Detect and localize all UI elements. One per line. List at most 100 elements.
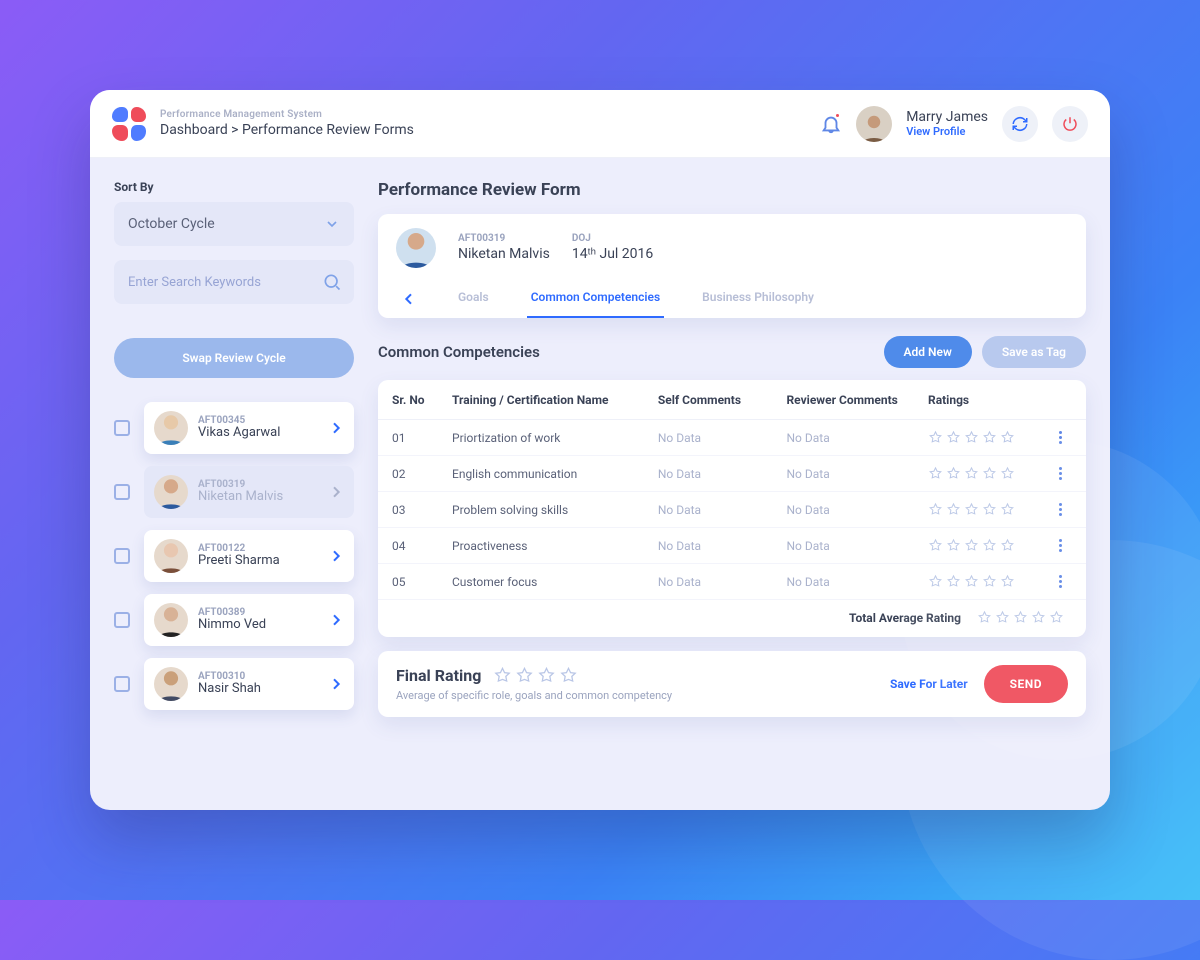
notification-dot-icon xyxy=(834,112,841,119)
employee-card-item[interactable]: AFT00389Nimmo Ved xyxy=(144,594,354,646)
table-footer: Total Average Rating xyxy=(378,600,1086,637)
cell-reviewer: No Data xyxy=(786,503,928,517)
employee-name: Niketan Malvis xyxy=(198,490,318,505)
employee-avatar xyxy=(396,228,436,268)
cell-rating[interactable] xyxy=(928,538,1048,553)
chevron-right-icon xyxy=(328,548,344,564)
send-button[interactable]: SEND xyxy=(984,665,1068,703)
power-button[interactable] xyxy=(1052,106,1088,142)
notifications-button[interactable] xyxy=(820,113,842,135)
cell-self: No Data xyxy=(658,539,787,553)
cell-self: No Data xyxy=(658,503,787,517)
save-as-tag-button[interactable]: Save as Tag xyxy=(982,336,1086,368)
sort-cycle-select[interactable]: October Cycle xyxy=(114,202,354,246)
employee-card-item[interactable]: AFT00319Niketan Malvis xyxy=(144,466,354,518)
title-block: Performance Management System Dashboard … xyxy=(160,109,414,138)
search-input[interactable] xyxy=(128,275,322,290)
cell-reviewer: No Data xyxy=(786,467,928,481)
chevron-right-icon xyxy=(328,484,344,500)
header: Performance Management System Dashboard … xyxy=(90,90,1110,158)
table-row: 05Customer focusNo DataNo Data xyxy=(378,564,1086,600)
final-rating-sub: Average of specific role, goals and comm… xyxy=(396,689,672,702)
table-row: 04ProactivenessNo DataNo Data xyxy=(378,528,1086,564)
tabs: Goals Common Competencies Business Philo… xyxy=(396,280,1068,318)
table-row: 01Priortization of workNo DataNo Data xyxy=(378,420,1086,456)
employee-checkbox[interactable] xyxy=(114,676,130,692)
row-menu-button[interactable] xyxy=(1048,503,1072,516)
app-name: Performance Management System xyxy=(160,109,414,120)
final-rating-label: Final Rating xyxy=(396,666,481,685)
chevron-down-icon xyxy=(324,216,340,232)
tab-business-philosophy[interactable]: Business Philosophy xyxy=(698,280,818,318)
cell-self: No Data xyxy=(658,575,787,589)
avatar-icon xyxy=(154,667,188,701)
cell-name: English communication xyxy=(452,467,658,481)
refresh-button[interactable] xyxy=(1002,106,1038,142)
cell-rating[interactable] xyxy=(928,430,1048,445)
doj-value: 14ᵗʰ Jul 2016 xyxy=(572,246,653,264)
doj-label: DOJ xyxy=(572,233,653,246)
avatar-icon xyxy=(154,603,188,637)
user-name: Marry James xyxy=(906,109,988,125)
employee-card-item[interactable]: AFT00345Vikas Agarwal xyxy=(144,402,354,454)
cell-no: 04 xyxy=(392,539,452,553)
cell-rating[interactable] xyxy=(928,466,1048,481)
final-rating-stars[interactable] xyxy=(493,666,578,685)
breadcrumb: Dashboard > Performance Review Forms xyxy=(160,122,414,138)
cell-reviewer: No Data xyxy=(786,539,928,553)
employee-name: Preeti Sharma xyxy=(198,554,318,569)
cell-reviewer: No Data xyxy=(786,431,928,445)
app-window: Performance Management System Dashboard … xyxy=(90,90,1110,810)
search-icon xyxy=(322,272,342,292)
section-title: Common Competencies xyxy=(378,343,540,361)
employee-name: Nimmo Ved xyxy=(198,618,318,633)
cell-no: 05 xyxy=(392,575,452,589)
total-rating-stars xyxy=(977,610,1064,625)
employee-id: AFT00319 xyxy=(458,233,550,246)
employee-checkbox[interactable] xyxy=(114,420,130,436)
col-reviewer: Reviewer Comments xyxy=(786,393,928,407)
table-header: Sr. No Training / Certification Name Sel… xyxy=(378,380,1086,420)
employee-checkbox[interactable] xyxy=(114,548,130,564)
avatar-icon xyxy=(154,411,188,445)
row-menu-button[interactable] xyxy=(1048,539,1072,552)
search-box[interactable] xyxy=(114,260,354,304)
cell-self: No Data xyxy=(658,431,787,445)
add-new-button[interactable]: Add New xyxy=(884,336,972,368)
cell-name: Proactiveness xyxy=(452,539,658,553)
employee-checkbox[interactable] xyxy=(114,612,130,628)
swap-cycle-button[interactable]: Swap Review Cycle xyxy=(114,338,354,378)
col-ratings: Ratings xyxy=(928,393,1048,407)
page-title: Performance Review Form xyxy=(378,180,1086,200)
col-self: Self Comments xyxy=(658,393,787,407)
tab-back-button[interactable] xyxy=(398,288,420,310)
cell-no: 03 xyxy=(392,503,452,517)
col-name: Training / Certification Name xyxy=(452,393,658,407)
employee-checkbox[interactable] xyxy=(114,484,130,500)
employee-card-item[interactable]: AFT00310Nasir Shah xyxy=(144,658,354,710)
chevron-right-icon xyxy=(328,612,344,628)
chevron-right-icon xyxy=(328,676,344,692)
avatar-icon xyxy=(154,539,188,573)
cell-rating[interactable] xyxy=(928,502,1048,517)
save-for-later-link[interactable]: Save For Later xyxy=(890,677,968,691)
user-avatar[interactable] xyxy=(856,106,892,142)
cell-reviewer: No Data xyxy=(786,575,928,589)
employee-card-item[interactable]: AFT00122Preeti Sharma xyxy=(144,530,354,582)
row-menu-button[interactable] xyxy=(1048,467,1072,480)
tab-goals[interactable]: Goals xyxy=(454,280,493,318)
table-row: 02English communicationNo DataNo Data xyxy=(378,456,1086,492)
row-menu-button[interactable] xyxy=(1048,575,1072,588)
row-menu-button[interactable] xyxy=(1048,431,1072,444)
competency-table: Sr. No Training / Certification Name Sel… xyxy=(378,380,1086,637)
view-profile-link[interactable]: View Profile xyxy=(906,125,988,138)
employee-card: AFT00319 Niketan Malvis DOJ 14ᵗʰ Jul 201… xyxy=(378,214,1086,318)
cell-no: 01 xyxy=(392,431,452,445)
tab-common-competencies[interactable]: Common Competencies xyxy=(527,280,664,318)
cell-no: 02 xyxy=(392,467,452,481)
chevron-right-icon xyxy=(328,420,344,436)
cell-name: Customer focus xyxy=(452,575,658,589)
avatar-icon xyxy=(154,475,188,509)
cell-rating[interactable] xyxy=(928,574,1048,589)
main-panel: Performance Review Form AFT00319 Niketan… xyxy=(378,180,1086,790)
